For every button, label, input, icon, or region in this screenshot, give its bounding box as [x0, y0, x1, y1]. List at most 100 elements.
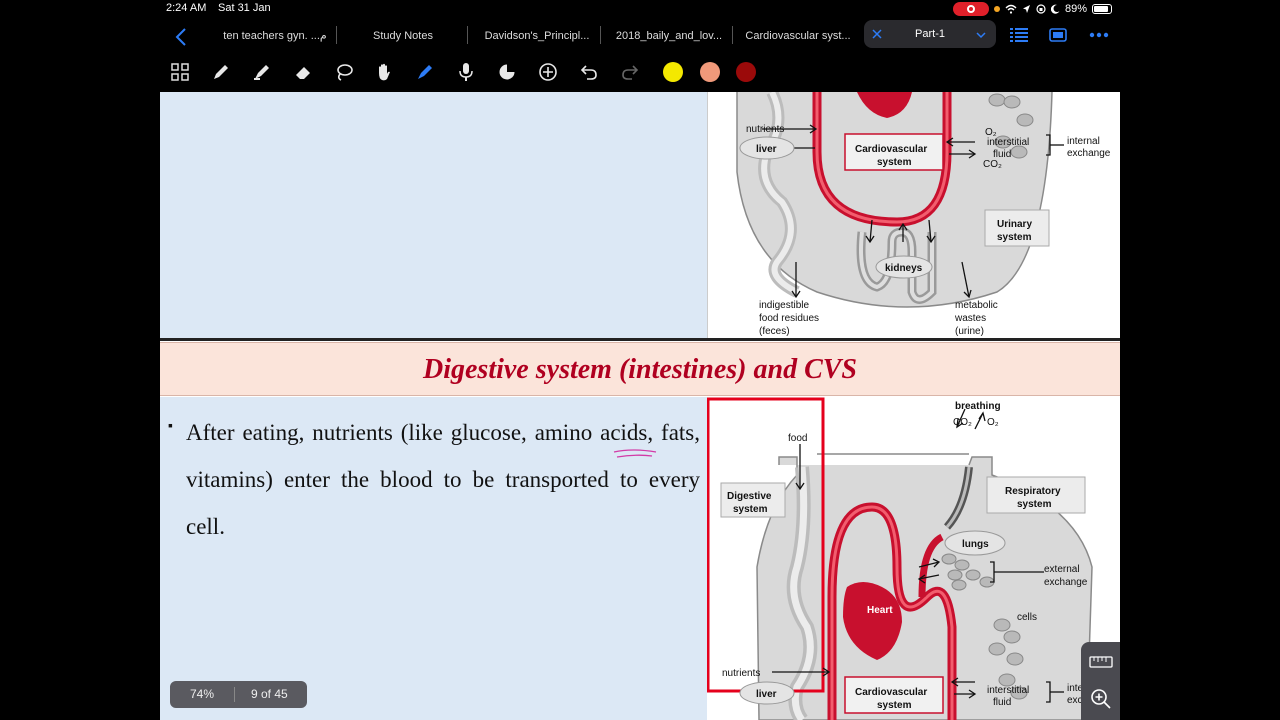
label-digestive: Digestive	[727, 491, 772, 502]
label-breathing: breathing	[955, 401, 1001, 412]
label-food: food	[788, 433, 807, 444]
tab-divider	[467, 26, 468, 44]
screen-record-icon	[952, 2, 989, 16]
more-icon[interactable]	[1089, 32, 1109, 38]
left-letterbox	[0, 0, 160, 720]
redo-icon[interactable]	[618, 60, 642, 84]
close-tab-icon[interactable]	[872, 29, 882, 39]
pink-ink-annotation	[613, 449, 657, 458]
label-interstitial: interstitial	[987, 137, 1029, 148]
status-date: Sat 31 Jan	[218, 2, 271, 14]
label-respiratory: Respiratory	[1005, 486, 1061, 497]
chevron-left-icon[interactable]	[174, 27, 188, 47]
list-icon[interactable]	[1010, 28, 1028, 42]
tab-study-notes[interactable]: Study Notes	[344, 26, 462, 46]
slide-heading: Digestive system (intestines) and CVS	[160, 342, 1120, 396]
bullet-marker: ▪	[168, 417, 173, 433]
label-urine: (urine)	[955, 326, 984, 337]
label-food-residues: food residues	[759, 313, 819, 324]
label-digestive-system: system	[733, 504, 768, 515]
label-cv-system-line2: system	[877, 157, 912, 168]
body-systems-diagram-top: nutrients liver Cardiovascular system O₂…	[707, 92, 1120, 338]
label-urinary-system: system	[997, 232, 1032, 243]
highlighter-tool-icon[interactable]	[250, 60, 274, 84]
label-kidneys: kidneys	[885, 263, 923, 274]
zoom-page-indicator[interactable]: 74% 9 of 45	[170, 681, 307, 708]
status-time: 2:24 AM	[166, 2, 207, 14]
page-number[interactable]: 9 of 45	[251, 687, 288, 701]
undo-icon[interactable]	[577, 60, 601, 84]
tab-baily-love[interactable]: 2018_baily_and_lov...	[606, 26, 732, 46]
slide-bullet-text: After eating, nutrients (like glucose, a…	[186, 420, 700, 539]
side-floating-controls	[1081, 642, 1120, 720]
label-cells: cells	[1017, 612, 1037, 623]
hand-tool-icon[interactable]	[372, 60, 396, 84]
label-breathing-co2: CO₂	[953, 417, 972, 428]
color-swatch-darkred[interactable]	[736, 62, 756, 82]
battery-icon	[1092, 4, 1112, 14]
wifi-icon	[1005, 4, 1017, 14]
document-tab-bar: ten teachers gyn. ...م Study Notes David…	[160, 18, 1120, 52]
label-exchange: exchange	[1067, 148, 1111, 159]
label-bottom-fluid: fluid	[993, 697, 1011, 708]
label-wastes: wastes	[954, 313, 986, 324]
color-swatch-peach[interactable]	[700, 62, 720, 82]
tab-part-1-active[interactable]: Part-1	[864, 20, 996, 48]
microphone-icon[interactable]	[454, 60, 478, 84]
status-bar: 2:24 AM Sat 31 Jan 89%	[160, 0, 1120, 18]
label-liver: liver	[756, 144, 777, 155]
document-page[interactable]: nutrients liver Cardiovascular system O₂…	[160, 92, 1120, 720]
label-urinary: Urinary	[997, 219, 1032, 230]
label-bottom-interstitial: interstitial	[987, 685, 1029, 696]
label-internal: internal	[1067, 136, 1100, 147]
pen-tool-icon[interactable]	[209, 60, 233, 84]
moon-icon	[1050, 4, 1060, 14]
tab-part-1-label: Part-1	[915, 28, 945, 40]
tab-ten-teachers[interactable]: ten teachers gyn. ...م	[210, 26, 340, 46]
location-icon	[1022, 5, 1030, 13]
orientation-lock-icon	[1036, 4, 1046, 14]
label-heart: Heart	[867, 605, 893, 616]
label-lungs: lungs	[962, 539, 989, 550]
label-bottom-cv-line1: Cardiovascular	[855, 687, 927, 698]
eraser-tool-icon[interactable]	[291, 60, 315, 84]
tab-cardiovascular[interactable]: Cardiovascular syst...	[738, 26, 858, 46]
label-breathing-o2: O₂	[987, 417, 999, 428]
ruler-icon[interactable]	[1089, 656, 1113, 668]
previous-slide-text-area	[160, 92, 707, 338]
thumbnails-icon[interactable]	[168, 60, 192, 84]
label-external: external	[1044, 564, 1080, 575]
slide-divider	[160, 338, 1120, 341]
label-nutrients: nutrients	[746, 124, 784, 135]
battery-percent: 89%	[1064, 3, 1087, 15]
add-element-icon[interactable]	[536, 60, 560, 84]
label-fluid: fluid	[993, 149, 1011, 160]
label-bottom-liver: liver	[756, 689, 777, 700]
label-metabolic: metabolic	[955, 300, 998, 311]
label-bottom-cv-line2: system	[877, 700, 912, 711]
tab-divider	[732, 26, 733, 44]
shapes-tool-icon[interactable]	[495, 60, 519, 84]
page-layout-icon[interactable]	[1049, 28, 1067, 42]
pill-divider	[234, 687, 235, 702]
label-bottom-nutrients: nutrients	[722, 668, 760, 679]
tab-divider	[336, 26, 337, 44]
label-feces: (feces)	[759, 326, 790, 337]
body-systems-diagram-bottom: breathing CO₂ O₂ food Digestive system R…	[707, 397, 1120, 720]
chevron-down-icon[interactable]	[976, 31, 986, 39]
color-swatch-yellow[interactable]	[663, 62, 683, 82]
zoom-level[interactable]: 74%	[190, 687, 214, 701]
zoom-in-icon[interactable]	[1090, 688, 1112, 710]
slide-text-panel: ▪ After eating, nutrients (like glucose,…	[160, 397, 707, 720]
orange-dot-icon	[993, 6, 1000, 12]
tab-divider	[600, 26, 601, 44]
status-indicators: 89%	[952, 2, 1112, 16]
laser-pointer-icon[interactable]	[413, 60, 437, 84]
label-cv-system-line1: Cardiovascular	[855, 144, 927, 155]
tab-davidson[interactable]: Davidson's_Principl...	[474, 26, 600, 46]
lasso-tool-icon[interactable]	[332, 60, 356, 84]
label-external-exchange: exchange	[1044, 577, 1088, 588]
label-respiratory-system: system	[1017, 499, 1052, 510]
label-indigestible: indigestible	[759, 300, 809, 311]
annotation-toolbar	[160, 52, 1120, 92]
